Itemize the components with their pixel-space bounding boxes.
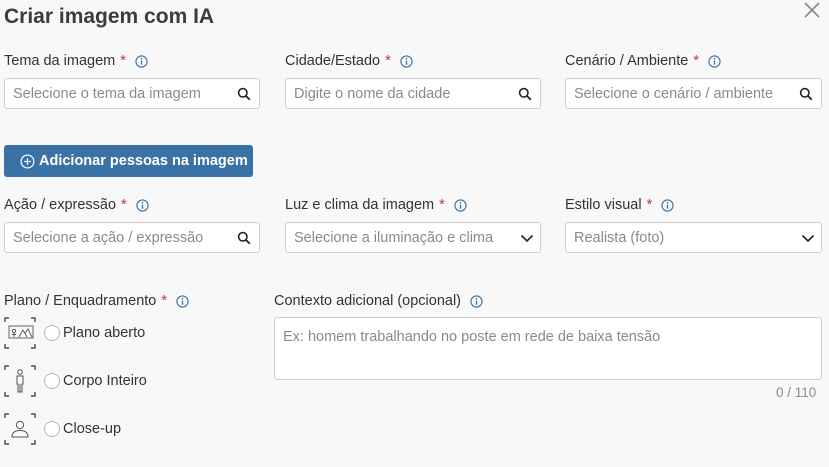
search-icon xyxy=(518,87,532,100)
cenario-field[interactable]: Selecione o cenário / ambiente xyxy=(565,78,822,109)
luz-placeholder: Selecione a iluminação e clima xyxy=(294,229,494,246)
contexto-label-text: Contexto adicional (opcional) xyxy=(274,293,461,309)
acao-field[interactable]: Selecione a ação / expressão xyxy=(4,222,260,253)
plano-option-close-up[interactable]: Close-up xyxy=(4,413,121,445)
info-icon[interactable] xyxy=(661,198,674,212)
required-mark: * xyxy=(121,197,127,213)
full-body-icon xyxy=(4,365,36,397)
acao-label: Ação / expressão * xyxy=(4,197,149,213)
estilo-select[interactable]: Realista (foto) xyxy=(565,222,822,253)
required-mark: * xyxy=(161,293,168,309)
wide-shot-icon xyxy=(4,317,36,349)
search-icon xyxy=(237,231,251,244)
plano-option-aberto[interactable]: Plano aberto xyxy=(4,317,145,349)
acao-placeholder: Selecione a ação / expressão xyxy=(13,229,204,246)
tema-field[interactable]: Selecione o tema da imagem xyxy=(4,78,260,109)
cenario-placeholder: Selecione o cenário / ambiente xyxy=(574,85,774,102)
estilo-value: Realista (foto) xyxy=(574,229,665,246)
cidade-label-text: Cidade/Estado xyxy=(285,53,381,69)
radio-close-up[interactable] xyxy=(44,421,60,437)
search-icon xyxy=(799,87,813,100)
contexto-placeholder: Ex: homem trabalhando no poste em rede d… xyxy=(283,329,661,345)
info-icon[interactable] xyxy=(708,54,721,68)
cidade-label: Cidade/Estado * xyxy=(285,53,413,69)
cidade-field[interactable]: Digite o nome da cidade xyxy=(285,78,541,109)
close-icon[interactable] xyxy=(802,0,822,20)
info-icon[interactable] xyxy=(454,198,467,212)
char-counter: 0 / 110 xyxy=(776,385,817,400)
info-icon[interactable] xyxy=(176,294,189,308)
info-icon[interactable] xyxy=(470,294,483,308)
plano-option-corpo-inteiro[interactable]: Corpo Inteiro xyxy=(4,365,147,397)
luz-label-text: Luz e clima da imagem xyxy=(285,197,435,213)
tema-label: Tema da imagem * xyxy=(4,53,148,69)
acao-label-text: Ação / expressão xyxy=(4,197,117,213)
dialog-title: Criar imagem com IA xyxy=(4,5,215,28)
plano-label-text: Plano / Enquadramento xyxy=(4,293,157,309)
required-mark: * xyxy=(120,53,126,69)
cenario-label-text: Cenário / Ambiente xyxy=(565,53,689,69)
add-people-label: Adicionar pessoas na imagem xyxy=(39,153,248,169)
plano-aberto-label: Plano aberto xyxy=(63,325,146,341)
contexto-textarea[interactable]: Ex: homem trabalhando no poste em rede d… xyxy=(274,317,822,380)
plano-label: Plano / Enquadramento * xyxy=(4,293,189,309)
radio-corpo-inteiro[interactable] xyxy=(44,373,60,389)
estilo-label-text: Estilo visual xyxy=(565,197,642,213)
cidade-placeholder: Digite o nome da cidade xyxy=(294,85,451,102)
close-up-icon xyxy=(4,413,36,445)
required-mark: * xyxy=(646,197,653,213)
info-icon[interactable] xyxy=(136,198,149,212)
corpo-inteiro-label: Corpo Inteiro xyxy=(63,373,147,389)
luz-label: Luz e clima da imagem * xyxy=(285,197,467,213)
estilo-label: Estilo visual * xyxy=(565,197,674,213)
required-mark: * xyxy=(693,53,699,69)
cenario-label: Cenário / Ambiente * xyxy=(565,53,721,69)
tema-placeholder: Selecione o tema da imagem xyxy=(13,85,201,102)
contexto-label: Contexto adicional (opcional) xyxy=(274,293,483,309)
plus-circle-icon xyxy=(20,154,35,168)
required-mark: * xyxy=(385,53,391,69)
chevron-down-icon xyxy=(520,234,534,242)
chevron-down-icon xyxy=(801,234,815,242)
required-mark: * xyxy=(439,197,445,213)
luz-select[interactable]: Selecione a iluminação e clima xyxy=(285,222,541,253)
radio-plano-aberto[interactable] xyxy=(44,325,60,341)
add-people-button[interactable]: Adicionar pessoas na imagem xyxy=(4,145,253,177)
tema-label-text: Tema da imagem xyxy=(4,53,116,69)
close-up-label: Close-up xyxy=(63,421,122,437)
search-icon xyxy=(237,87,251,100)
info-icon[interactable] xyxy=(135,54,148,68)
info-icon[interactable] xyxy=(400,54,413,68)
